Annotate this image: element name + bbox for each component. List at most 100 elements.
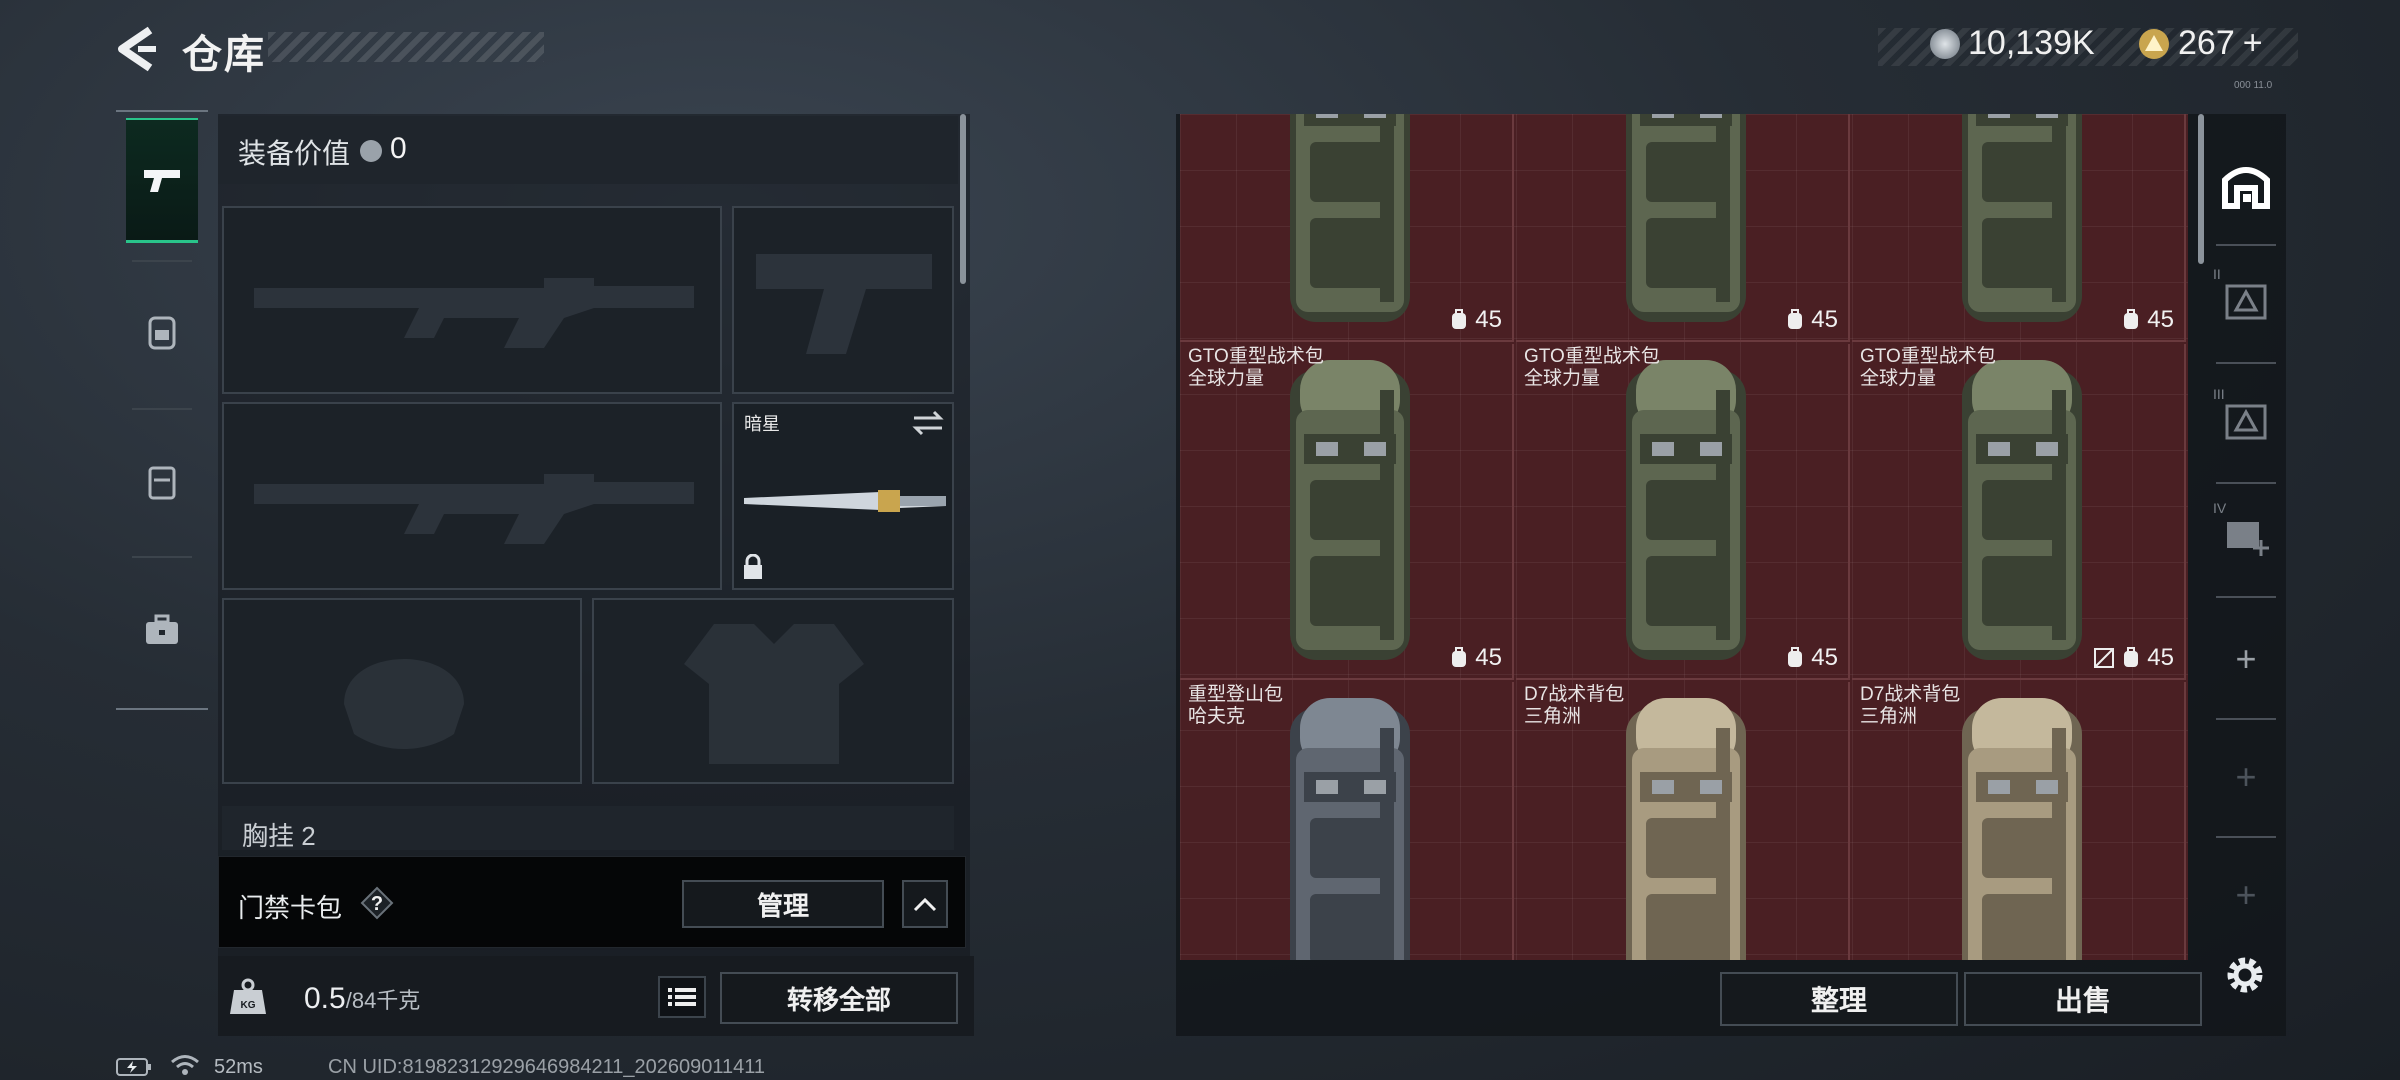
backpack-capacity-icon [1452,647,1467,667]
helmet-silhouette-icon [344,659,464,749]
pistol-slot[interactable] [732,206,954,394]
currency-primary[interactable]: 10,139K [1930,24,2095,63]
backpack-capacity-icon [2124,309,2139,329]
capacity-value: 45 [1475,644,1502,671]
storage-tab-3[interactable]: III [2208,364,2284,482]
title-decoration [268,32,544,62]
swap-icon[interactable] [912,410,944,436]
item-capacity: 45 [2093,644,2174,672]
tab-backpack[interactable] [126,272,198,392]
transfer-all-button[interactable]: 转移全部 [720,972,958,1024]
storage-item-cell[interactable]: D7战术背包 三角洲 [1516,682,1850,960]
item-brand: 全球力量 [1524,368,1601,389]
vest-icon [148,466,176,500]
gear-icon[interactable] [2220,950,2270,1000]
currency-primary-value: 10,139K [1968,24,2095,62]
storage-tab-4[interactable]: IV [2208,478,2284,596]
storage-grid: 全球力量45全球力量45全球力量45GTO重型战术包全球力量45GTO重型战术包… [1180,114,2188,960]
list-icon [668,988,696,1006]
capacity-value: 45 [2147,306,2174,333]
helmet-slot[interactable] [222,598,582,784]
melee-slot[interactable]: 暗星 [732,402,954,590]
storage-tab-1[interactable] [2208,126,2284,244]
item-brand: 三角洲 [1524,706,1582,727]
wifi-icon [171,1055,199,1075]
storage-tab-2[interactable]: II [2208,244,2284,362]
backpack-item-image [1626,360,1746,660]
storage-tier-label: IV [2213,499,2227,516]
currency-secondary[interactable]: 267 + [2138,24,2263,63]
item-capacity: 45 [1449,306,1502,334]
capacity-value: 45 [2147,644,2174,671]
storage-item-cell[interactable]: D7战术背包 三角洲 [1852,682,2186,960]
back-arrow-icon[interactable] [112,24,160,74]
backpack-capacity-icon [1452,309,1467,329]
weight-icon: KG [230,978,266,1014]
backpack-item-image [1962,698,2082,960]
rail-divider [2216,596,2276,598]
item-brand: 全球力量 [1188,368,1265,389]
storage-tab-5[interactable]: + [2208,600,2284,718]
item-brand: 三角洲 [1860,706,1918,727]
storage-scrollbar[interactable] [2198,114,2204,264]
knife-icon [744,490,946,512]
user-id: CN UID:81982312929646984211_202609011411 [328,1056,766,1078]
help-icon-glyph: ? [371,893,383,915]
backpack-capacity-icon [1788,647,1803,667]
item-name: D7战术背包 [1524,684,1625,705]
storage-tier-label: II [2213,265,2221,282]
backpack-capacity-icon [2124,647,2139,667]
version-label: 000 11.0 [2234,80,2273,91]
storage-tab-6[interactable]: + [2208,718,2284,836]
expand-storage-icon [2225,404,2267,439]
add-currency-icon[interactable]: + [2243,24,2263,63]
item-name: GTO重型战术包 [1188,346,1324,367]
storage-item-cell[interactable]: 全球力量45 [1180,114,1514,342]
weight-readout: 0.5/84千克 [304,982,420,1016]
plus-icon: + [2235,874,2257,915]
item-capacity: 45 [1449,644,1502,672]
weight-capacity: /84千克 [345,988,421,1013]
backpack-item-image [1962,360,2082,660]
list-view-button[interactable] [658,976,706,1018]
chevron-up-icon [913,897,937,912]
item-name: 重型登山包 [1188,684,1284,705]
rifle-silhouette-icon [254,278,694,348]
storage-item-cell[interactable]: 重型登山包 哈夫克 [1180,682,1514,960]
currency-secondary-value: 267 [2178,24,2235,62]
primary-weapon-slot[interactable] [222,206,722,394]
backpack-capacity-icon [1788,309,1803,329]
tab-vest[interactable] [126,422,198,542]
storage-item-cell[interactable]: 全球力量45 [1516,114,1850,342]
backpack-item-image [1626,698,1746,960]
weight-current: 0.5 [304,982,346,1015]
melee-weapon-name: 暗星 [744,414,780,434]
storage-tab-7[interactable]: + [2208,836,2284,954]
backpack-item-image [1290,114,1410,322]
equipment-scrollbar[interactable] [960,114,966,284]
tab-weapons[interactable] [126,118,198,243]
tab-briefcase[interactable] [126,570,198,690]
storage-item-cell[interactable]: 全球力量45 [1852,114,2186,342]
sort-button[interactable]: 整理 [1720,972,1958,1026]
manage-button[interactable]: 管理 [682,880,884,928]
backpack-item-image [1290,698,1410,960]
secondary-weapon-slot[interactable] [222,402,722,590]
backpack-item-image [1626,114,1746,322]
storage-item-cell[interactable]: GTO重型战术包 全球力量 45 [1516,344,1850,680]
help-icon[interactable]: ? [360,886,394,920]
storage-item-cell[interactable]: GTO重型战术包 全球力量 45 [1180,344,1514,680]
rifle-silhouette-icon [254,474,694,544]
capacity-value: 45 [1811,644,1838,671]
pistol-silhouette-icon [756,254,932,354]
item-name: GTO重型战术包 [1860,346,1996,367]
backpack-item-image [1290,360,1410,660]
collapse-button[interactable] [902,880,948,928]
item-name: GTO重型战术包 [1524,346,1660,367]
chest-rig-section-label: 胸挂 2 [222,806,954,850]
body-armor-slot[interactable] [592,598,954,784]
equipment-value: 0 [390,132,407,165]
storage-item-cell[interactable]: GTO重型战术包 全球力量 45 [1852,344,2186,680]
capacity-value: 45 [1811,306,1838,333]
sell-button[interactable]: 出售 [1964,972,2202,1026]
